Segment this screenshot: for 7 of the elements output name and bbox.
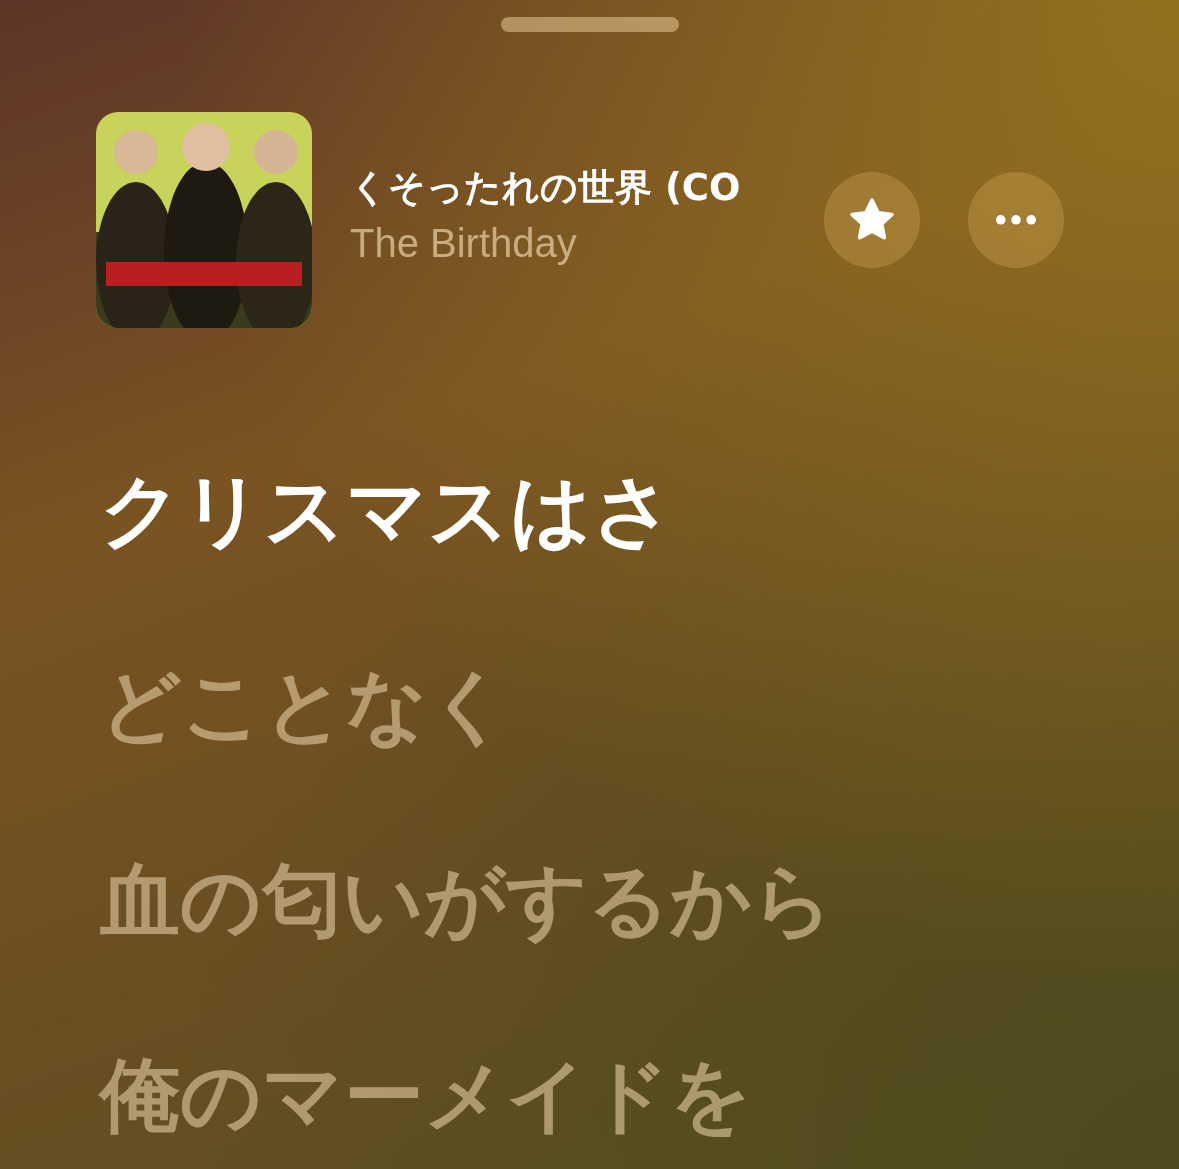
- song-title: くそったれの世界 (CO: [350, 164, 742, 211]
- lyric-line[interactable]: クリスマスはさ: [100, 458, 674, 563]
- artist-name: The Birthday: [350, 220, 578, 266]
- lyric-line[interactable]: どことなく: [100, 653, 510, 758]
- lyric-line[interactable]: 俺のマーメイドを: [100, 1043, 752, 1148]
- lyric-line[interactable]: 血の匂いがするから: [100, 848, 834, 953]
- more-icon: [996, 215, 1036, 225]
